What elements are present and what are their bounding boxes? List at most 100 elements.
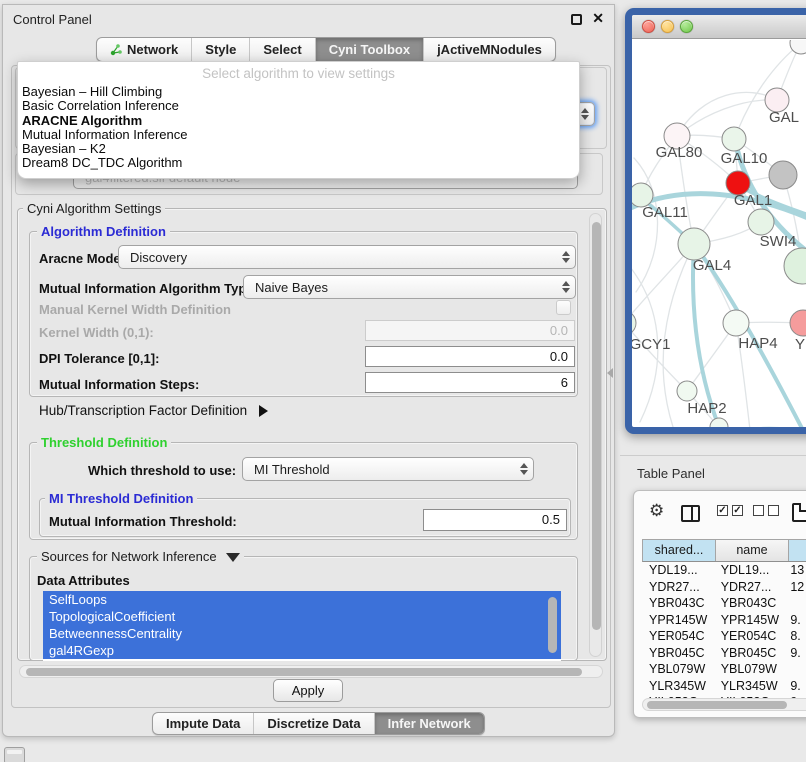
- attribute-option[interactable]: BetweennessCentrality: [43, 625, 561, 642]
- panel-splitter-arrow-icon[interactable]: [607, 368, 613, 378]
- network-node[interactable]: [790, 40, 806, 54]
- tab-cyni-toolbox[interactable]: Cyni Toolbox: [315, 38, 423, 61]
- minimized-panel-icon[interactable]: [4, 747, 25, 762]
- tab-select[interactable]: Select: [249, 38, 314, 61]
- settings-horizontal-scrollbar[interactable]: [19, 665, 603, 678]
- table-row[interactable]: YDR27...YDR27...12: [642, 579, 806, 596]
- select-all-checks-icon[interactable]: ✓✓: [717, 505, 743, 516]
- tab-jactivemnodules[interactable]: jActiveMNodules: [423, 38, 555, 61]
- algorithm-option[interactable]: Bayesian – Hill Climbing: [18, 85, 579, 99]
- table-row[interactable]: YER054CYER054C8.: [642, 628, 806, 645]
- which-threshold-combobox[interactable]: MI Threshold: [242, 457, 534, 481]
- clear-checks-icon[interactable]: [753, 505, 779, 516]
- network-node[interactable]: [632, 311, 636, 335]
- network-node[interactable]: [784, 248, 806, 284]
- control-panel-title: Control Panel: [13, 12, 92, 27]
- threshold-definition-title: Threshold Definition: [37, 435, 171, 450]
- mi-type-value: Naive Bayes: [255, 280, 328, 295]
- minimize-traffic-light-icon[interactable]: [661, 20, 674, 33]
- network-view-window[interactable]: GALGAL80GAL10GAL1GAL11SWI4GAL4GCY1HAP4YH…: [625, 8, 806, 434]
- network-node-label: SWI4: [760, 233, 797, 250]
- attribute-option[interactable]: TopologicalCoefficient: [43, 608, 561, 625]
- float-window-icon[interactable]: [571, 14, 582, 25]
- table-row[interactable]: YBR045CYBR045C9.: [642, 645, 806, 662]
- mi-steps-label: Mutual Information Steps:: [39, 377, 199, 392]
- table-row[interactable]: YBL079WYBL079W: [642, 661, 806, 678]
- table-settings-gear-icon[interactable]: ⚙: [649, 502, 664, 519]
- split-columns-icon[interactable]: [681, 505, 700, 522]
- network-icon: [110, 43, 122, 56]
- network-node[interactable]: [722, 127, 746, 151]
- hub-definition-label: Hub/Transcription Factor Definition: [39, 403, 247, 418]
- mi-threshold-field[interactable]: 0.5: [423, 509, 567, 531]
- bottom-tab-infer-network[interactable]: Infer Network: [374, 713, 484, 734]
- data-attributes-label: Data Attributes: [37, 573, 130, 588]
- mi-type-combobox[interactable]: Naive Bayes: [243, 275, 576, 299]
- dpi-tolerance-field[interactable]: 0.0: [365, 346, 575, 367]
- close-panel-icon[interactable]: ✕: [592, 10, 604, 27]
- aracne-mode-combobox[interactable]: Discovery: [118, 245, 576, 269]
- network-node[interactable]: [677, 381, 697, 401]
- expanded-arrow-icon: [226, 553, 240, 562]
- table-hscroll-thumb[interactable]: [647, 701, 787, 709]
- algorithm-dropdown-popup: Select algorithm to view settings Bayesi…: [17, 61, 580, 179]
- table-horizontal-scrollbar[interactable]: [642, 698, 806, 711]
- kernel-width-field[interactable]: 0.0: [365, 320, 575, 341]
- network-node[interactable]: [790, 310, 806, 336]
- settings-hscroll-thumb[interactable]: [26, 668, 582, 676]
- table-row[interactable]: YDL19...YDL19...13: [642, 562, 806, 579]
- network-node-label: GCY1: [632, 336, 670, 353]
- mi-steps-field[interactable]: 6: [365, 372, 575, 393]
- tab-label: jActiveMNodules: [437, 42, 542, 57]
- tab-network[interactable]: Network: [97, 38, 191, 61]
- close-traffic-light-icon[interactable]: [642, 20, 655, 33]
- network-node[interactable]: [769, 161, 797, 189]
- column-header[interactable]: A: [788, 540, 806, 561]
- apply-button[interactable]: Apply: [273, 679, 343, 702]
- algorithm-option[interactable]: Mutual Information Inference: [18, 128, 579, 142]
- manual-kernel-checkbox[interactable]: [556, 300, 571, 315]
- attribute-list-scroll-thumb[interactable]: [548, 597, 557, 653]
- column-header[interactable]: shared...: [643, 540, 715, 561]
- mi-threshold-group-title: MI Threshold Definition: [45, 491, 197, 506]
- table-cell: YBR045C: [714, 645, 787, 662]
- table-row[interactable]: YLR345WYLR345W9.: [642, 678, 806, 695]
- settings-vertical-scrollbar[interactable]: [589, 213, 602, 657]
- table-cell: YDL19...: [642, 562, 714, 579]
- collapsed-arrow-icon: [259, 405, 268, 417]
- bottom-tab-discretize-data[interactable]: Discretize Data: [253, 713, 373, 734]
- algorithm-definition-title: Algorithm Definition: [37, 224, 170, 239]
- new-document-icon[interactable]: [792, 503, 806, 522]
- algorithm-option[interactable]: Bayesian – K2: [18, 142, 579, 156]
- algorithm-option[interactable]: Dream8 DC_TDC Algorithm: [18, 156, 579, 170]
- algorithm-option[interactable]: ARACNE Algorithm: [18, 114, 579, 128]
- table-cell: YBR045C: [642, 645, 714, 662]
- table-cell: YLR345W: [642, 678, 714, 695]
- tab-label: Cyni Toolbox: [329, 42, 410, 57]
- attribute-option[interactable]: SelfLoops: [43, 591, 561, 608]
- network-node[interactable]: [748, 209, 774, 235]
- table-row[interactable]: YBR043CYBR043C: [642, 595, 806, 612]
- table-cell: YBL079W: [642, 661, 714, 678]
- network-node[interactable]: [678, 228, 710, 260]
- settings-vscroll-thumb[interactable]: [592, 222, 601, 630]
- table-panel-window: ⚙ ✓✓ shared...nameA YDL19...YDL19...13YD…: [633, 490, 806, 718]
- tab-style[interactable]: Style: [191, 38, 249, 61]
- table-cell: YER054C: [642, 628, 714, 645]
- column-header[interactable]: name: [715, 540, 788, 561]
- zoom-traffic-light-icon[interactable]: [680, 20, 693, 33]
- algorithm-dropdown-prompt: Select algorithm to view settings: [18, 62, 579, 85]
- control-panel-titlebar[interactable]: Control Panel ✕: [3, 5, 614, 33]
- network-window-titlebar[interactable]: [632, 15, 806, 39]
- bottom-tab-impute-data[interactable]: Impute Data: [153, 713, 253, 734]
- sources-group-toggle[interactable]: Sources for Network Inference: [37, 549, 244, 564]
- which-threshold-label: Which threshold to use:: [88, 463, 236, 478]
- table-cell: [786, 661, 806, 678]
- network-node[interactable]: [723, 310, 749, 336]
- attribute-option[interactable]: gal4RGexp: [43, 642, 561, 659]
- table-row[interactable]: YPR145WYPR145W9.: [642, 612, 806, 629]
- network-canvas[interactable]: GALGAL80GAL10GAL1GAL11SWI4GAL4GCY1HAP4YH…: [632, 40, 806, 428]
- algorithm-option[interactable]: Basic Correlation Inference: [18, 99, 579, 113]
- hub-definition-toggle[interactable]: Hub/Transcription Factor Definition: [39, 403, 268, 418]
- network-node-label: GAL4: [693, 257, 731, 274]
